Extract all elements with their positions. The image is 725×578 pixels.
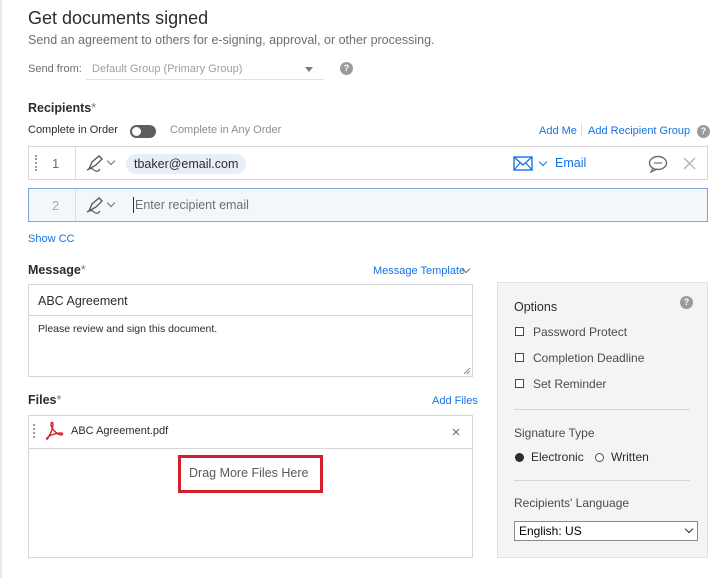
help-icon[interactable]: ? <box>680 296 693 309</box>
help-icon[interactable]: ? <box>697 125 710 138</box>
add-recipient-group-link[interactable]: Add Recipient Group <box>588 125 690 137</box>
help-icon[interactable]: ? <box>340 62 353 75</box>
completion-deadline-checkbox[interactable] <box>515 353 524 362</box>
language-value: English: US <box>519 524 582 538</box>
pdf-icon <box>45 421 64 440</box>
page-title: Get documents signed <box>28 8 209 28</box>
recipient-row-2[interactable] <box>28 188 708 222</box>
envelope-icon <box>513 156 533 171</box>
close-icon[interactable] <box>683 157 696 170</box>
file-divider <box>28 448 473 449</box>
send-from-label: Send from: <box>28 63 82 75</box>
options-divider <box>514 480 690 481</box>
options-title: Options <box>514 300 558 314</box>
recipient-email-chip[interactable]: tbaker@email.com <box>126 154 247 174</box>
completion-deadline-label: Completion Deadline <box>533 351 645 365</box>
written-radio[interactable] <box>595 453 604 462</box>
recipients-label: Recipients* <box>28 101 97 115</box>
message-body-input[interactable]: Please review and sign this document. <box>38 323 217 335</box>
signer-pen-icon[interactable] <box>86 154 106 172</box>
language-label: Recipients' Language <box>514 496 630 510</box>
message-divider <box>28 315 473 316</box>
set-reminder-label: Set Reminder <box>533 377 607 391</box>
close-icon[interactable] <box>452 428 460 436</box>
electronic-radio[interactable] <box>515 453 524 462</box>
signer-pen-icon[interactable] <box>86 196 106 214</box>
options-panel <box>497 282 708 558</box>
chat-bubble-icon[interactable] <box>648 155 668 173</box>
message-template-link[interactable]: Message Template <box>373 265 465 277</box>
drag-handle-icon[interactable] <box>35 155 37 171</box>
file-name: ABC Agreement.pdf <box>71 425 169 437</box>
left-edge <box>0 0 2 578</box>
recipient-number: 1 <box>52 156 60 171</box>
recipient-number: 2 <box>52 198 60 213</box>
options-divider <box>514 409 690 410</box>
row-divider <box>75 147 76 179</box>
link-divider <box>581 123 582 137</box>
show-cc-link[interactable]: Show CC <box>28 233 74 245</box>
resize-grip-icon[interactable] <box>463 367 471 375</box>
set-reminder-checkbox[interactable] <box>515 379 524 388</box>
written-label: Written <box>611 450 649 464</box>
files-label: Files* <box>28 393 62 407</box>
add-me-link[interactable]: Add Me <box>539 125 577 137</box>
row-divider <box>75 189 76 221</box>
complete-any-order-label: Complete in Any Order <box>170 124 282 136</box>
recipient-email-input[interactable]: Enter recipient email <box>135 198 249 212</box>
add-files-link[interactable]: Add Files <box>432 395 478 407</box>
chevron-down-icon[interactable] <box>305 67 313 72</box>
send-from-value: Default Group (Primary Group) <box>92 63 243 75</box>
language-select[interactable]: English: US <box>514 521 698 541</box>
drop-zone-text[interactable]: Drag More Files Here <box>189 466 308 480</box>
electronic-label: Electronic <box>531 450 584 464</box>
complete-in-order-label: Complete in Order <box>28 124 118 136</box>
signature-type-label: Signature Type <box>514 426 595 440</box>
password-protect-label: Password Protect <box>533 325 628 339</box>
auth-method[interactable]: Email <box>555 156 586 170</box>
order-toggle[interactable] <box>130 125 156 138</box>
drag-handle-icon[interactable] <box>33 424 35 438</box>
password-protect-checkbox[interactable] <box>515 327 524 336</box>
message-title-input[interactable]: ABC Agreement <box>38 294 128 308</box>
page-subtitle: Send an agreement to others for e-signin… <box>28 33 435 47</box>
message-label: Message* <box>28 263 86 277</box>
text-cursor <box>133 197 134 213</box>
